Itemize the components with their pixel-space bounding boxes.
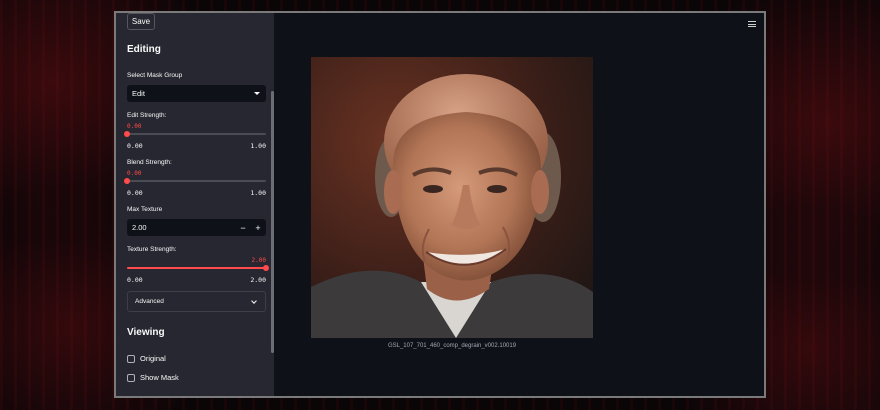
- slider-track: [127, 133, 266, 135]
- texture-strength-thumb[interactable]: [263, 265, 269, 271]
- slider-track: [127, 180, 266, 182]
- save-button[interactable]: Save: [127, 13, 155, 30]
- original-checkbox[interactable]: Original: [127, 354, 166, 363]
- caret-down-icon: [254, 92, 260, 95]
- show-mask-checkbox[interactable]: Show Mask: [127, 373, 179, 382]
- checkbox-icon[interactable]: [127, 354, 135, 363]
- chevron-down-icon: [251, 298, 257, 304]
- edit-strength-value: 0.00: [127, 123, 142, 130]
- slider-fill: [127, 267, 266, 269]
- max-texture-input[interactable]: 2.00 − +: [127, 219, 266, 236]
- blend-strength-slider[interactable]: 0.00 0.00 1.00: [124, 170, 266, 200]
- advanced-label: Advanced: [135, 298, 164, 305]
- mask-group-value: Edit: [132, 89, 145, 98]
- blend-strength-min: 0.00: [127, 189, 143, 197]
- decrement-button[interactable]: −: [236, 219, 250, 236]
- edit-strength-min: 0.00: [127, 142, 143, 150]
- max-texture-label: Max Texture: [127, 206, 163, 213]
- texture-strength-min: 0.00: [127, 276, 143, 284]
- main-area: GSL_107_701_460_comp_degrain_v002.10019: [274, 13, 764, 396]
- image-caption: GSL_107_701_460_comp_degrain_v002.10019: [387, 343, 517, 349]
- viewing-heading: Viewing: [127, 327, 165, 338]
- texture-strength-max: 2.00: [250, 276, 266, 284]
- portrait-photo-icon: [311, 57, 593, 338]
- max-texture-value: 2.00: [132, 223, 147, 232]
- original-label: Original: [140, 354, 166, 363]
- texture-strength-slider[interactable]: 2.00 0.00 2.00: [127, 257, 269, 287]
- increment-button[interactable]: +: [251, 219, 265, 236]
- edit-strength-label: Edit Strength:: [127, 112, 167, 119]
- advanced-expander[interactable]: Advanced: [127, 291, 266, 312]
- blend-strength-thumb[interactable]: [124, 178, 130, 184]
- portrait-image: [311, 57, 593, 338]
- mask-group-label: Select Mask Group: [127, 72, 183, 79]
- mask-group-select[interactable]: Edit: [127, 85, 266, 102]
- app-window: Save Editing Select Mask Group Edit Edit…: [114, 11, 766, 398]
- texture-strength-label: Texture Strength:: [127, 246, 177, 253]
- show-mask-label: Show Mask: [140, 373, 179, 382]
- blend-strength-value: 0.00: [127, 170, 142, 177]
- blend-strength-max: 1.00: [250, 189, 266, 197]
- sidebar: Save Editing Select Mask Group Edit Edit…: [116, 13, 274, 396]
- edit-strength-max: 1.00: [250, 142, 266, 150]
- editing-heading: Editing: [127, 44, 161, 55]
- hamburger-menu-icon[interactable]: [748, 21, 756, 27]
- blend-strength-label: Blend Strength:: [127, 159, 172, 166]
- edit-strength-slider[interactable]: 0.00 0.00 1.00: [124, 123, 266, 153]
- edit-strength-thumb[interactable]: [124, 131, 130, 137]
- checkbox-icon[interactable]: [127, 373, 135, 382]
- texture-strength-value: 2.00: [251, 257, 266, 264]
